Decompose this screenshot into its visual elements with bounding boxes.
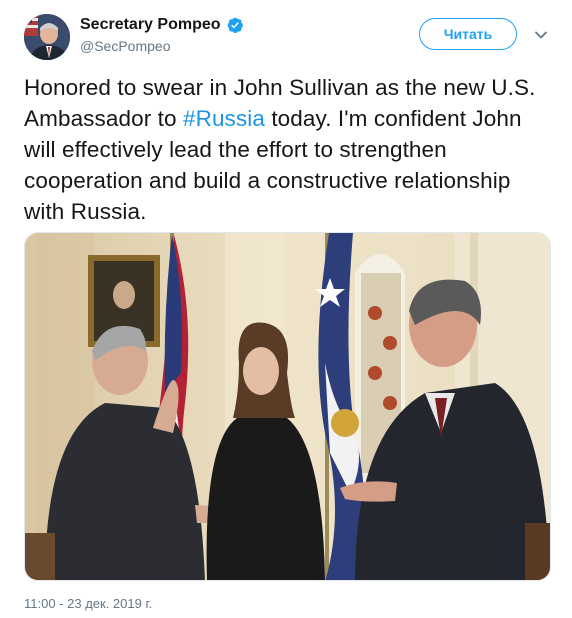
tweet-header: Secretary Pompeo @SecPompeo Читать [24,14,552,62]
tweet-photo[interactable] [24,232,551,581]
handle[interactable]: @SecPompeo [80,38,170,54]
name-row: Secretary Pompeo [80,16,244,34]
verified-badge-icon [226,16,244,34]
follow-button[interactable]: Читать [419,18,517,50]
chevron-down-icon[interactable] [532,26,550,44]
display-name[interactable]: Secretary Pompeo [80,16,221,34]
timestamp[interactable]: 11:00 - 23 дек. 2019 г. [24,596,152,611]
tweet-text: Honored to swear in John Sullivan as the… [24,72,552,227]
avatar[interactable] [24,14,70,60]
hashtag-link[interactable]: #Russia [183,106,265,131]
